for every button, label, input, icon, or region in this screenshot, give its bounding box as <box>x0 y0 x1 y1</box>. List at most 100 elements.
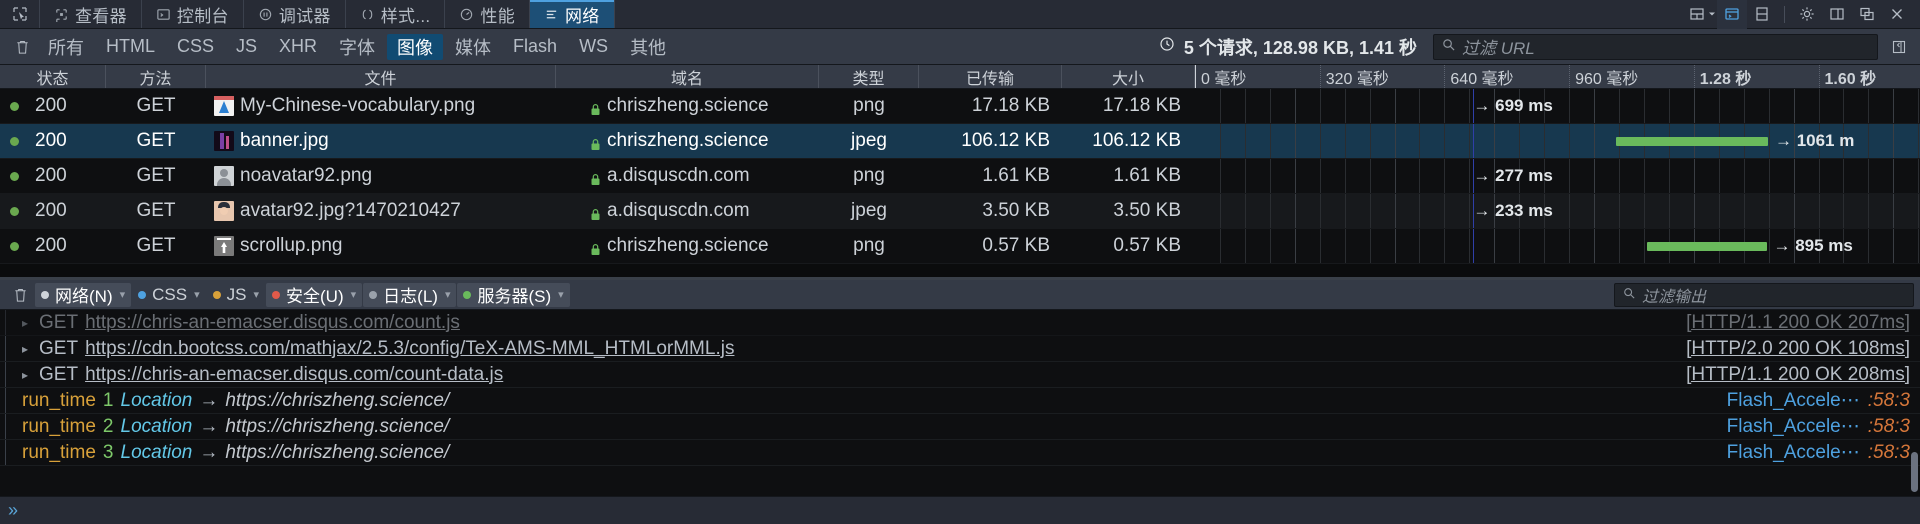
console-filter-css[interactable]: CSS ▾ <box>132 283 206 307</box>
response-status[interactable]: [HTTP/2.0 200 OK 108ms] <box>1686 338 1910 360</box>
waterfall-bar <box>1646 241 1767 251</box>
cell-size: 3.50 KB <box>1113 200 1181 221</box>
cell-status: 200 <box>0 229 106 263</box>
log-source-file[interactable]: Flash_Accele⋯ <box>1727 415 1860 438</box>
log-source-line[interactable]: :58:3 <box>1868 416 1910 438</box>
filter-chip-flash[interactable]: Flash <box>503 34 567 60</box>
tab-inspector[interactable]: 查看器 <box>40 0 142 28</box>
console-filter-security[interactable]: 安全(U) ▾ <box>266 282 363 307</box>
table-row[interactable]: 200 GET noavatar92.png a.disquscdn.com png 1.… <box>0 159 1920 194</box>
settings-gear-icon[interactable] <box>1792 0 1822 29</box>
console-line[interactable]: run_time 2 Location → https://chriszheng.sci… <box>0 414 1920 440</box>
cell-method: GET <box>136 165 176 186</box>
timeline-tick: 1.28 秒 <box>1693 65 1751 88</box>
chevron-down-icon[interactable]: ▾ <box>445 288 451 301</box>
console-filter-input[interactable]: 过滤输出 <box>1614 282 1914 307</box>
waterfall-label: → 233 ms <box>1473 201 1553 220</box>
column-header-size[interactable]: 大小 <box>1062 65 1195 88</box>
response-status[interactable]: [HTTP/1.1 200 OK 208ms] <box>1686 364 1910 386</box>
console-filter-network[interactable]: 网络(N) ▾ <box>35 282 132 307</box>
column-header-type[interactable]: 类型 <box>819 65 919 88</box>
devtools-tabbar-right <box>1687 0 1920 29</box>
filter-chip-js[interactable]: JS <box>226 34 267 60</box>
element-picker-icon[interactable] <box>0 0 40 28</box>
log-source-file[interactable]: Flash_Accele⋯ <box>1727 441 1860 464</box>
filter-url-input[interactable]: 过滤 URL <box>1433 33 1878 60</box>
filter-chip-fonts[interactable]: 字体 <box>329 34 385 60</box>
log-source-file[interactable]: Flash_Accele⋯ <box>1727 389 1860 412</box>
responsive-design-mode-icon[interactable] <box>1687 0 1717 29</box>
console-filter-logging[interactable]: 日志(L) ▾ <box>363 282 457 307</box>
chevron-down-icon[interactable]: ▾ <box>558 288 564 301</box>
collapse-panel-icon[interactable] <box>1886 34 1912 60</box>
table-row[interactable]: 200 GET avatar92.jpg?1470210427 a.disquscdn… <box>0 194 1920 229</box>
tab-network[interactable]: 网络 <box>530 0 615 28</box>
chevron-down-icon[interactable]: ▾ <box>351 288 357 301</box>
timeline-grid <box>1195 194 1920 228</box>
column-header-file[interactable]: 文件 <box>206 65 556 88</box>
tab-inspector-label: 查看器 <box>75 6 127 26</box>
chevron-down-icon[interactable]: ▾ <box>194 288 200 301</box>
console-line[interactable]: run_time 3 Location → https://chriszheng.sci… <box>0 440 1920 466</box>
split-panel-icon[interactable] <box>1747 0 1777 29</box>
request-url-link[interactable]: https://chris-an-emacser.disqus.com/coun… <box>85 364 503 386</box>
file-name: My-Chinese-vocabulary.png <box>240 95 476 116</box>
column-header-status[interactable]: 状态 <box>0 65 106 88</box>
cell-domain: a.disquscdn.com <box>556 159 819 193</box>
chevron-down-icon[interactable]: ▾ <box>253 288 259 301</box>
file-name: avatar92.jpg?1470210427 <box>240 200 461 221</box>
filter-chip-images[interactable]: 图像 <box>387 33 444 60</box>
console-line[interactable]: run_time 1 Location → https://chriszheng.sci… <box>0 388 1920 414</box>
tab-console[interactable]: 控制台 <box>142 0 244 28</box>
cell-transferred: 106.12 KB <box>961 130 1050 151</box>
trash-icon[interactable] <box>8 34 36 60</box>
tab-style-editor[interactable]: 样式... <box>346 0 446 28</box>
chevron-down-icon[interactable]: ▾ <box>120 288 126 301</box>
console-output[interactable]: ▸ GET https://chris-an-emacser.disqus.com/… <box>0 310 1920 496</box>
table-row[interactable]: 200 GET banner.jpg chriszheng.science jpeg 10… <box>0 124 1920 159</box>
expand-twisty-icon[interactable]: ▸ <box>22 342 32 356</box>
console-line[interactable]: ▸ GET https://chris-an-emacser.disqus.com/… <box>0 310 1920 336</box>
filter-chip-html[interactable]: HTML <box>96 34 165 60</box>
tabbar-spacer <box>615 0 1687 28</box>
close-devtools-icon[interactable] <box>1882 0 1912 29</box>
request-url-link[interactable]: https://cdn.bootcss.com/mathjax/2.5.3/co… <box>85 338 734 360</box>
search-icon <box>1442 38 1455 56</box>
filter-chip-css[interactable]: CSS <box>167 34 224 60</box>
expand-twisty-icon[interactable]: ▸ <box>22 316 32 330</box>
timeline-tick: 1.60 秒 <box>1818 65 1876 88</box>
response-status[interactable]: [HTTP/1.1 200 OK 207ms] <box>1686 312 1910 334</box>
filter-chip-other[interactable]: 其他 <box>620 34 676 60</box>
timeline-marker <box>1473 229 1475 263</box>
console-lines: ▸ GET https://chris-an-emacser.disqus.com/… <box>0 310 1920 466</box>
column-header-method[interactable]: 方法 <box>106 65 206 88</box>
dock-side-icon[interactable] <box>1822 0 1852 29</box>
console-input-row[interactable]: » <box>0 496 1920 524</box>
filter-chip-ws[interactable]: WS <box>569 34 618 60</box>
console-filter-placeholder: 过滤输出 <box>1642 288 1707 306</box>
filter-chip-xhr[interactable]: XHR <box>269 34 327 60</box>
toggle-console-icon[interactable] <box>1717 0 1747 29</box>
console-scrollbar[interactable] <box>1911 452 1918 492</box>
console-filter-js[interactable]: JS ▾ <box>207 283 265 307</box>
column-header-timeline[interactable]: 0 毫秒 320 毫秒 640 毫秒 960 毫秒 1.28 秒 1.60 秒 <box>1195 65 1920 88</box>
separate-window-icon[interactable] <box>1852 0 1882 29</box>
log-source-line[interactable]: :58:3 <box>1868 390 1910 412</box>
console-trash-icon[interactable] <box>6 282 34 308</box>
log-source-line[interactable]: :58:3 <box>1868 442 1910 464</box>
tab-debugger[interactable]: 调试器 <box>244 0 346 28</box>
console-line[interactable]: ▸ GET https://chris-an-emacser.disqus.com/… <box>0 362 1920 388</box>
tab-performance[interactable]: 性能 <box>445 0 530 28</box>
table-row[interactable]: 200 GET My-Chinese-vocabulary.png chriszhen… <box>0 89 1920 124</box>
column-header-transferred[interactable]: 已传输 <box>919 65 1062 88</box>
filter-chip-all[interactable]: 所有 <box>38 34 94 60</box>
console-filter-logging-label: 日志(L) <box>383 287 438 306</box>
table-row[interactable]: 200 GET scrollup.png chriszheng.science png 0… <box>0 229 1920 264</box>
column-header-domain[interactable]: 域名 <box>556 65 819 88</box>
console-line[interactable]: ▸ GET https://cdn.bootcss.com/mathjax/2.5.… <box>0 336 1920 362</box>
request-url-link[interactable]: https://chris-an-emacser.disqus.com/coun… <box>85 312 460 334</box>
console-filter-network-label: 网络(N) <box>55 287 113 306</box>
console-filter-server[interactable]: 服务器(S) ▾ <box>457 282 570 307</box>
expand-twisty-icon[interactable]: ▸ <box>22 368 32 382</box>
filter-chip-media[interactable]: 媒体 <box>445 34 501 60</box>
